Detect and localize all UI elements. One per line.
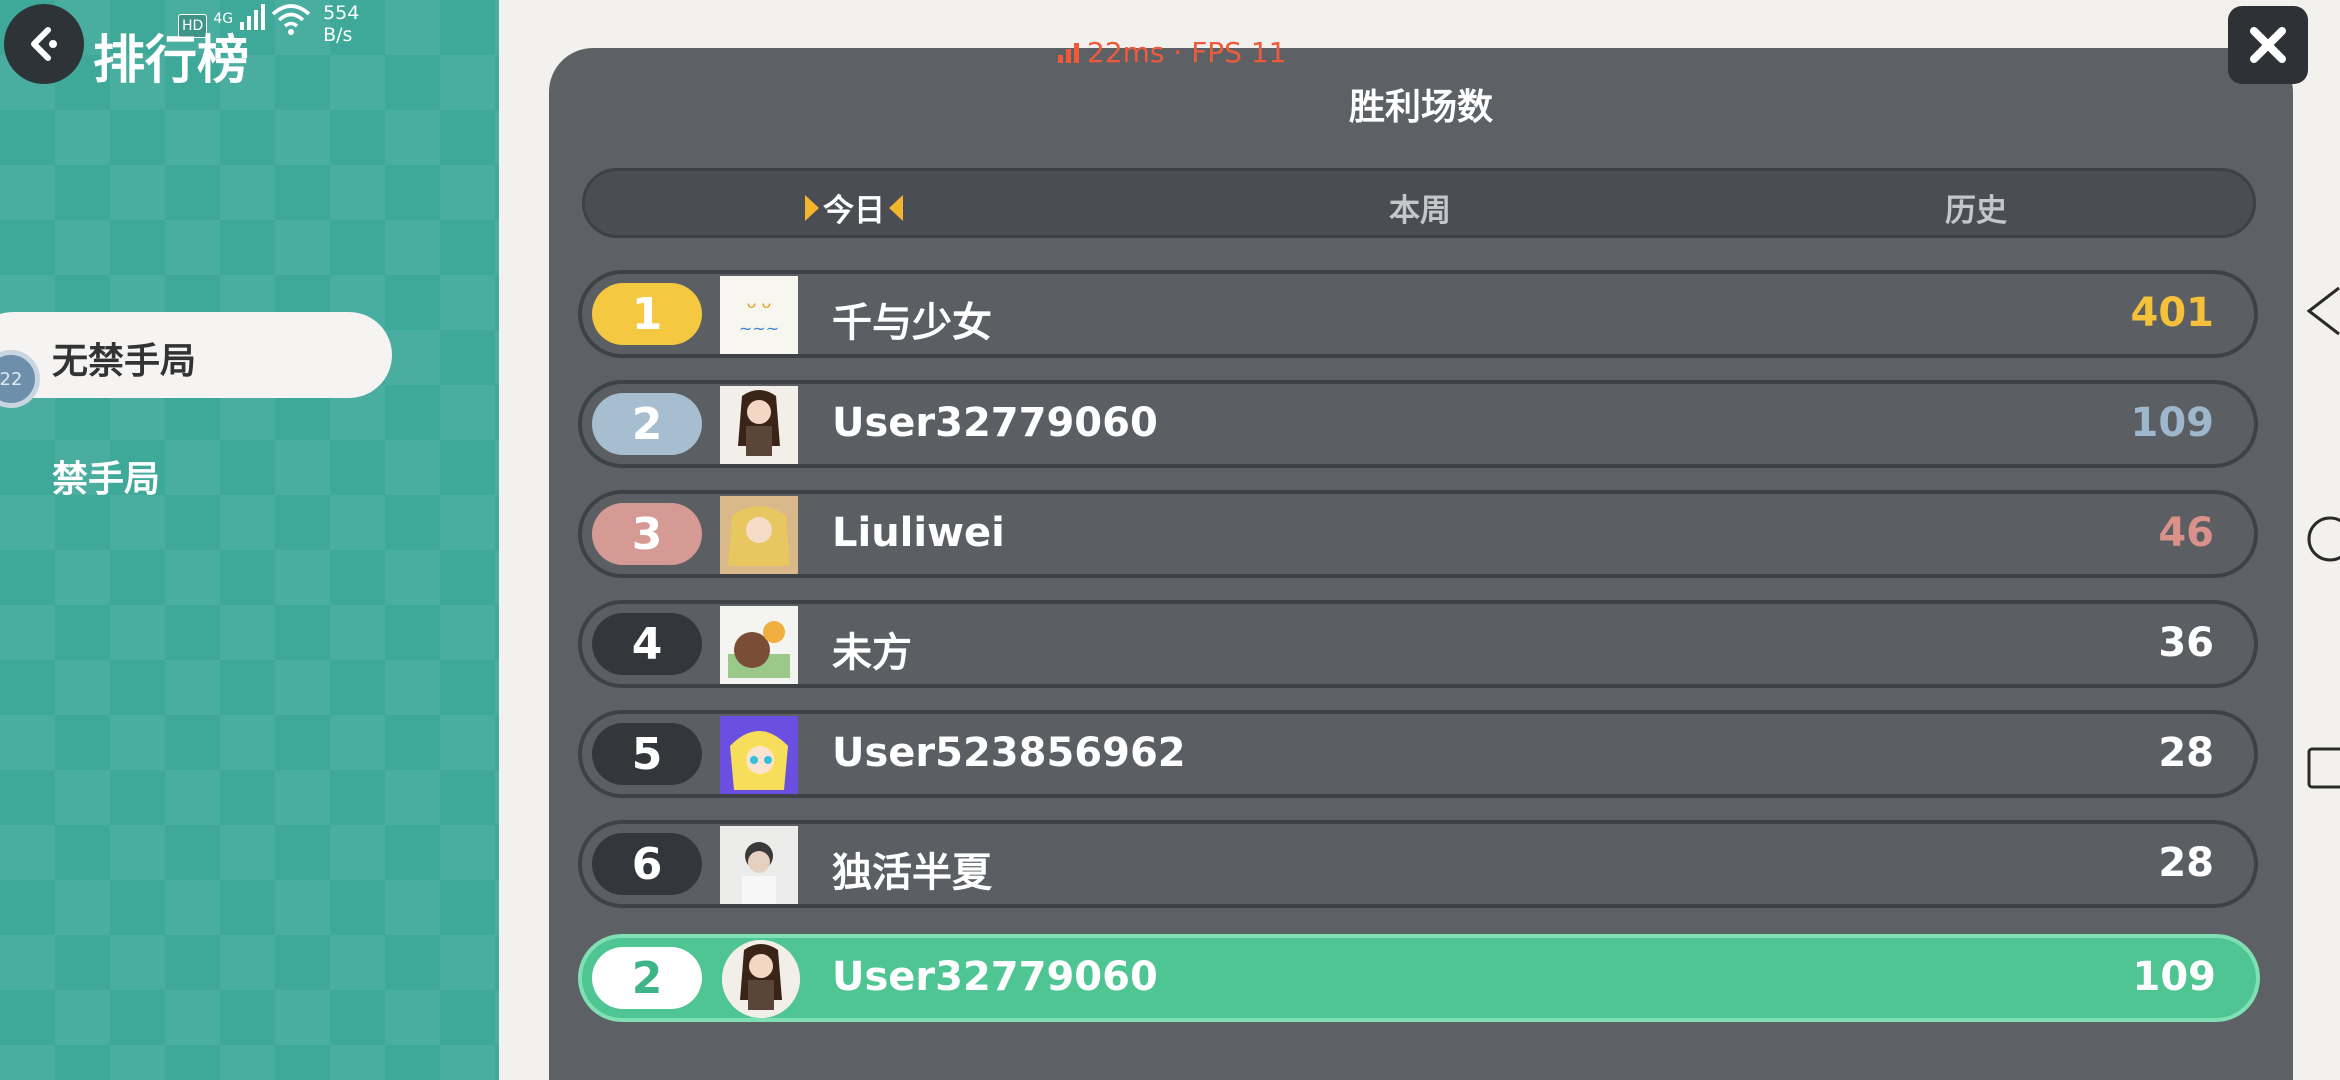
player-name: Liuliwei bbox=[832, 510, 1005, 556]
player-name: 独活半夏 bbox=[832, 850, 992, 896]
tab-today-label: 今日 bbox=[823, 193, 885, 229]
perf-text: 22ms · FPS 11 bbox=[1087, 36, 1287, 69]
player-score: 109 bbox=[2132, 954, 2217, 1000]
leaderboard-row-6[interactable]: 6 独活半夏 28 bbox=[578, 820, 2258, 908]
rank-pill: 5 bbox=[592, 723, 702, 785]
sidebar-item-no-restriction[interactable]: 无禁手局 bbox=[0, 312, 392, 398]
tab-week[interactable]: 本周 bbox=[1389, 185, 1451, 230]
tab-right-marker-icon bbox=[889, 194, 903, 221]
svg-text:~~~: ~~~ bbox=[739, 319, 779, 338]
leaderboard-row-4[interactable]: 4 未方 36 bbox=[578, 600, 2258, 688]
player-score: 28 bbox=[2158, 730, 2214, 776]
net-speed: 554 B/s bbox=[323, 2, 359, 46]
net-speed-value: 554 bbox=[323, 2, 360, 24]
leaderboard-row-2[interactable]: 2 User32779060 109 bbox=[578, 380, 2258, 468]
network-label: 4G bbox=[213, 11, 234, 27]
rank-pill: 4 bbox=[592, 613, 702, 675]
player-name: 千与少女 bbox=[832, 300, 992, 346]
tab-left-marker-icon bbox=[805, 194, 819, 221]
rank-pill: 6 bbox=[592, 833, 702, 895]
nav-back-icon[interactable] bbox=[2305, 284, 2340, 338]
net-speed-unit: B/s bbox=[323, 24, 353, 46]
svg-text:ᴗ ᴗ: ᴗ ᴗ bbox=[747, 293, 772, 312]
tab-history[interactable]: 历史 bbox=[1945, 185, 2007, 230]
player-name: User32779060 bbox=[832, 954, 1158, 1000]
player-score: 28 bbox=[2158, 840, 2214, 886]
tab-today[interactable]: 今日 bbox=[805, 185, 903, 230]
rank-pill: 2 bbox=[592, 393, 702, 455]
close-icon bbox=[2250, 27, 2286, 63]
leaderboard-row-5[interactable]: 5 User523856962 28 bbox=[578, 710, 2258, 798]
rank-pill: 1 bbox=[592, 283, 702, 345]
back-arrow-icon bbox=[31, 27, 57, 61]
player-name: User523856962 bbox=[832, 730, 1186, 776]
avatar bbox=[720, 496, 798, 574]
wifi-icon bbox=[271, 4, 311, 35]
player-name: User32779060 bbox=[832, 400, 1158, 446]
avatar: ᴗ ᴗ ~~~ bbox=[720, 276, 798, 354]
sidebar-item-label: 无禁手局 bbox=[52, 341, 197, 382]
panel-title: 胜利场数 bbox=[1348, 87, 1493, 128]
signal-icon bbox=[240, 4, 266, 30]
perf-indicator: 22ms · FPS 11 bbox=[1058, 36, 1287, 69]
avatar bbox=[720, 386, 798, 464]
avatar bbox=[720, 826, 798, 904]
player-score: 401 bbox=[2130, 290, 2215, 336]
rank-pill: 3 bbox=[592, 503, 702, 565]
leaderboard-row-1[interactable]: 1 ᴗ ᴗ ~~~ 千与少女 401 bbox=[578, 270, 2258, 358]
avatar bbox=[722, 940, 800, 1018]
player-score: 109 bbox=[2130, 400, 2215, 446]
player-score: 46 bbox=[2158, 510, 2214, 556]
rank-pill: 2 bbox=[592, 947, 702, 1009]
back-button[interactable] bbox=[4, 4, 84, 84]
close-button[interactable] bbox=[2228, 6, 2308, 84]
my-rank-row[interactable]: 2 User32779060 109 bbox=[578, 934, 2260, 1022]
nav-recents-icon[interactable] bbox=[2305, 746, 2340, 790]
avatar bbox=[720, 606, 798, 684]
sidebar-item-restricted[interactable]: 禁手局 bbox=[52, 450, 160, 502]
avatar bbox=[720, 716, 798, 794]
leaderboard-row-3[interactable]: 3 Liuliwei 46 bbox=[578, 490, 2258, 578]
perf-signal-icon bbox=[1058, 42, 1079, 63]
period-tabs: 今日 本周 历史 bbox=[582, 168, 2256, 238]
sidebar bbox=[0, 0, 499, 1080]
player-name: 未方 bbox=[832, 630, 912, 676]
nav-home-icon[interactable] bbox=[2305, 514, 2340, 564]
status-bar: HD 4G 554 B/s bbox=[178, 2, 359, 46]
hd-badge: HD bbox=[178, 14, 208, 38]
player-score: 36 bbox=[2158, 620, 2214, 666]
